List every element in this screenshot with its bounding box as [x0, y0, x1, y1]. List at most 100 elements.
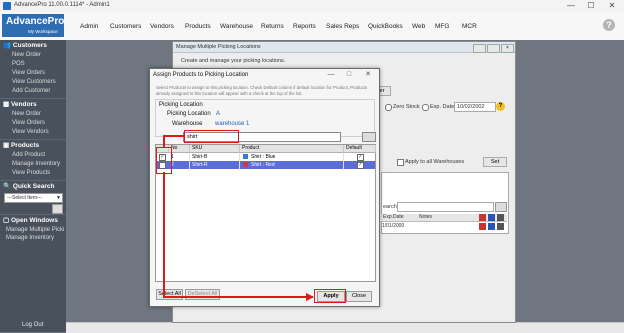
row-trash-icon[interactable] [497, 223, 504, 230]
sidebar-item-view-vendors[interactable]: View Vendors [12, 129, 49, 135]
sidebar-section-quick-search: 🔍 Quick Search [3, 183, 55, 190]
warehouse-value: warehouse 1 [215, 121, 250, 127]
sidebar-item-pos[interactable]: POS [12, 61, 25, 67]
row-edit-icon[interactable] [488, 223, 495, 230]
annotation-line [163, 172, 165, 296]
info-icon[interactable]: ? [496, 102, 505, 111]
menu-products[interactable]: Products [185, 23, 211, 30]
annotation-line [163, 135, 165, 147]
close-window-button[interactable]: ✕ [606, 1, 618, 11]
sidebar-item-vendor-new-order[interactable]: New Order [12, 111, 41, 117]
products-grid: No SKU Product Default ✓ 1 Shirt-B Shirt… [155, 144, 376, 282]
group-title: Picking Location [159, 102, 203, 108]
menu-reports[interactable]: Reports [293, 23, 316, 30]
minimize-button[interactable]: — [565, 1, 577, 11]
bg-minimize-button[interactable] [473, 44, 486, 53]
sidebar: 👥 Customers New Order POS View Orders Vi… [0, 40, 66, 332]
dialog-maximize-button[interactable]: □ [343, 70, 355, 80]
products-title: Products [10, 142, 40, 149]
menu-web[interactable]: Web [412, 23, 425, 30]
table-row[interactable]: ✓ 1 Shirt-B Shirt : Blue ✓ [156, 153, 375, 161]
bg-window-header: Manage Multiple Picking Locations × [173, 42, 515, 53]
zero-stock-label: Zero Stock [393, 104, 420, 110]
bg-window-title: Manage Multiple Picking Locations [176, 44, 261, 50]
open-window-inventory[interactable]: Manage Inventory [6, 235, 54, 241]
bg-row-date: 1/01/2000 [382, 223, 405, 229]
info-column-icon[interactable] [497, 214, 504, 221]
logout-button[interactable]: Log Out [22, 322, 43, 328]
menu-mfg[interactable]: MFG [435, 23, 449, 30]
exp-date-radio[interactable] [422, 104, 429, 111]
exp-date-field[interactable]: 10/02/2002 [454, 102, 496, 112]
menu-returns[interactable]: Returns [261, 23, 284, 30]
quick-search-title: Quick Search [12, 183, 55, 190]
col-exp-date: Exp.Date [383, 214, 404, 220]
bg-restore-button[interactable] [487, 44, 500, 53]
table-row[interactable]: 2 Shirt-R Shirt : Red ✓ [156, 161, 375, 169]
row-default-checkbox[interactable]: ✓ [357, 154, 364, 161]
warehouse-label: Warehouse [172, 121, 203, 127]
deselect-all-button[interactable]: DeSelect All [185, 289, 220, 300]
zero-stock-radio[interactable] [385, 104, 392, 111]
menu-quickbooks[interactable]: QuickBooks [368, 23, 403, 30]
menu-sales-reps[interactable]: Sales Reps [326, 23, 359, 30]
sidebar-item-new-order[interactable]: New Order [12, 52, 41, 58]
dialog-close-icon[interactable]: ✕ [362, 70, 374, 80]
sidebar-section-customers[interactable]: 👥 Customers [3, 41, 47, 49]
sidebar-section-vendors[interactable]: ▩ Vendors [3, 100, 37, 108]
annotation-checkbox-highlight [156, 147, 172, 174]
filter-search-icon[interactable] [362, 132, 376, 142]
logo-tagline: My Workspace [28, 29, 58, 34]
product-icon [243, 162, 248, 167]
row-delete-icon[interactable] [479, 223, 486, 230]
maximize-button[interactable]: ☐ [585, 1, 597, 11]
col-no[interactable]: No [169, 145, 190, 153]
menu-customers[interactable]: Customers [110, 23, 141, 30]
row-no: 2 [169, 161, 190, 169]
row-default-checkbox[interactable]: ✓ [357, 162, 364, 169]
open-window-picking[interactable]: Manage Multiple Picki [6, 227, 64, 233]
annotation-line [163, 135, 185, 137]
col-default[interactable]: Default [344, 145, 376, 153]
dialog-minimize-button[interactable]: — [325, 70, 337, 80]
sidebar-item-manage-inventory[interactable]: Manage Inventory [12, 161, 60, 167]
row-no: 1 [169, 153, 190, 161]
help-icon[interactable]: ? [603, 19, 615, 31]
row-sku: Shirt-B [190, 153, 240, 161]
menu-mcr[interactable]: MCR [462, 23, 477, 30]
sidebar-section-products[interactable]: ▣ Products [3, 141, 39, 149]
row-product: Shirt : Red [249, 161, 344, 169]
sidebar-item-add-customer[interactable]: Add Customer [12, 88, 50, 94]
picking-location-label: Picking Location [167, 111, 211, 117]
search-icon[interactable] [52, 204, 63, 214]
col-product[interactable]: Product [240, 145, 344, 153]
horizontal-scrollbar[interactable] [66, 322, 624, 333]
quick-search-select[interactable]: ---Select Item--- ▼ [4, 193, 63, 203]
menu-warehouse[interactable]: Warehouse [220, 23, 253, 30]
bg-close-button[interactable]: × [501, 44, 514, 53]
apply-all-warehouses-checkbox[interactable] [397, 159, 404, 166]
delete-icon[interactable] [479, 214, 486, 221]
dialog-title: Assign Products to Picking Location [153, 72, 249, 78]
col-sku[interactable]: SKU [190, 145, 240, 153]
sidebar-item-view-customers[interactable]: View Customers [12, 79, 56, 85]
sidebar-item-vendor-view-orders[interactable]: View Orders [12, 120, 45, 126]
bg-search-input[interactable] [397, 202, 494, 212]
menu-admin[interactable]: Admin [80, 23, 98, 30]
set-button[interactable]: Set [483, 157, 507, 167]
edit-icon[interactable] [488, 214, 495, 221]
window-title: AdvancePro 11.00.0.1114* - Admin1 [14, 2, 110, 8]
bg-search-icon[interactable] [495, 202, 507, 212]
select-all-button[interactable]: Select All [156, 289, 183, 300]
top-menu-bar: AdvancePro My Workspace Admin Customers … [0, 12, 624, 41]
app-icon [3, 2, 11, 10]
sidebar-item-view-orders[interactable]: View Orders [12, 70, 45, 76]
exp-date-label: Exp. Date [430, 104, 455, 110]
menu-vendors[interactable]: Vendors [150, 23, 174, 30]
annotation-filter-highlight [184, 130, 239, 143]
sidebar-item-view-products[interactable]: View Products [12, 170, 50, 176]
close-button[interactable]: Close [346, 291, 372, 302]
quick-search-value: ---Select Item--- [7, 195, 42, 201]
sidebar-item-add-product[interactable]: Add Product [12, 152, 45, 158]
picking-location-value: A [216, 111, 221, 117]
